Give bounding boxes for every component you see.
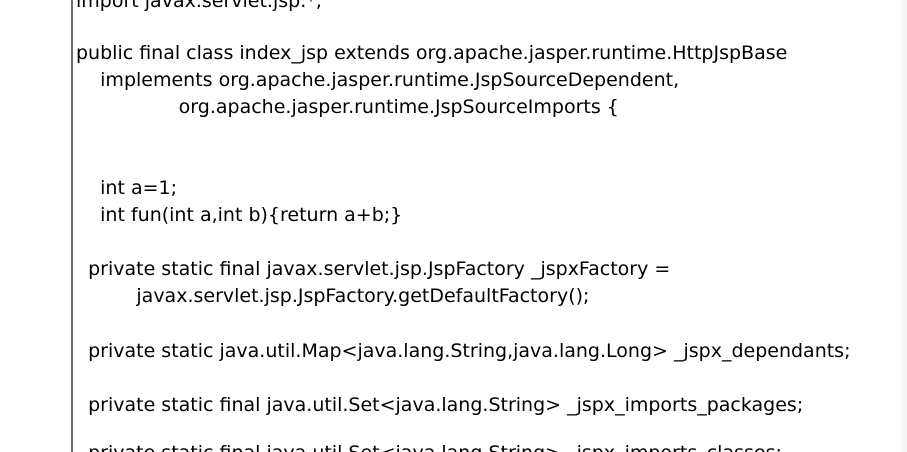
code-text-area[interactable]: import javax.servlet.jsp.*; public final… xyxy=(76,0,897,452)
code-line-dependants: private static java.util.Map<java.lang.S… xyxy=(76,340,851,362)
code-line-source-imports: org.apache.jasper.runtime.JspSourceImpor… xyxy=(76,96,619,118)
code-line-fun: int fun(int a,int b){return a+b;} xyxy=(76,204,403,226)
code-line-imports-packages: private static final java.util.Set<java.… xyxy=(76,394,804,416)
code-line-imports-classes: private static final java.util.Set<java.… xyxy=(76,440,782,452)
editor-right-edge xyxy=(899,0,907,452)
code-line-jspx-factory: private static final javax.servlet.jsp.J… xyxy=(76,258,671,280)
code-line-int-a: int a=1; xyxy=(76,177,178,199)
code-line-import: import javax.servlet.jsp.*; xyxy=(76,0,323,12)
editor-left-border xyxy=(71,0,73,452)
code-viewer: import javax.servlet.jsp.*; public final… xyxy=(0,0,907,452)
code-line-class-declaration: public final class index_jsp extends org… xyxy=(76,42,788,64)
code-line-implements: implements org.apache.jasper.runtime.Jsp… xyxy=(76,69,680,91)
code-line-default-factory: javax.servlet.jsp.JspFactory.getDefaultF… xyxy=(76,285,590,307)
